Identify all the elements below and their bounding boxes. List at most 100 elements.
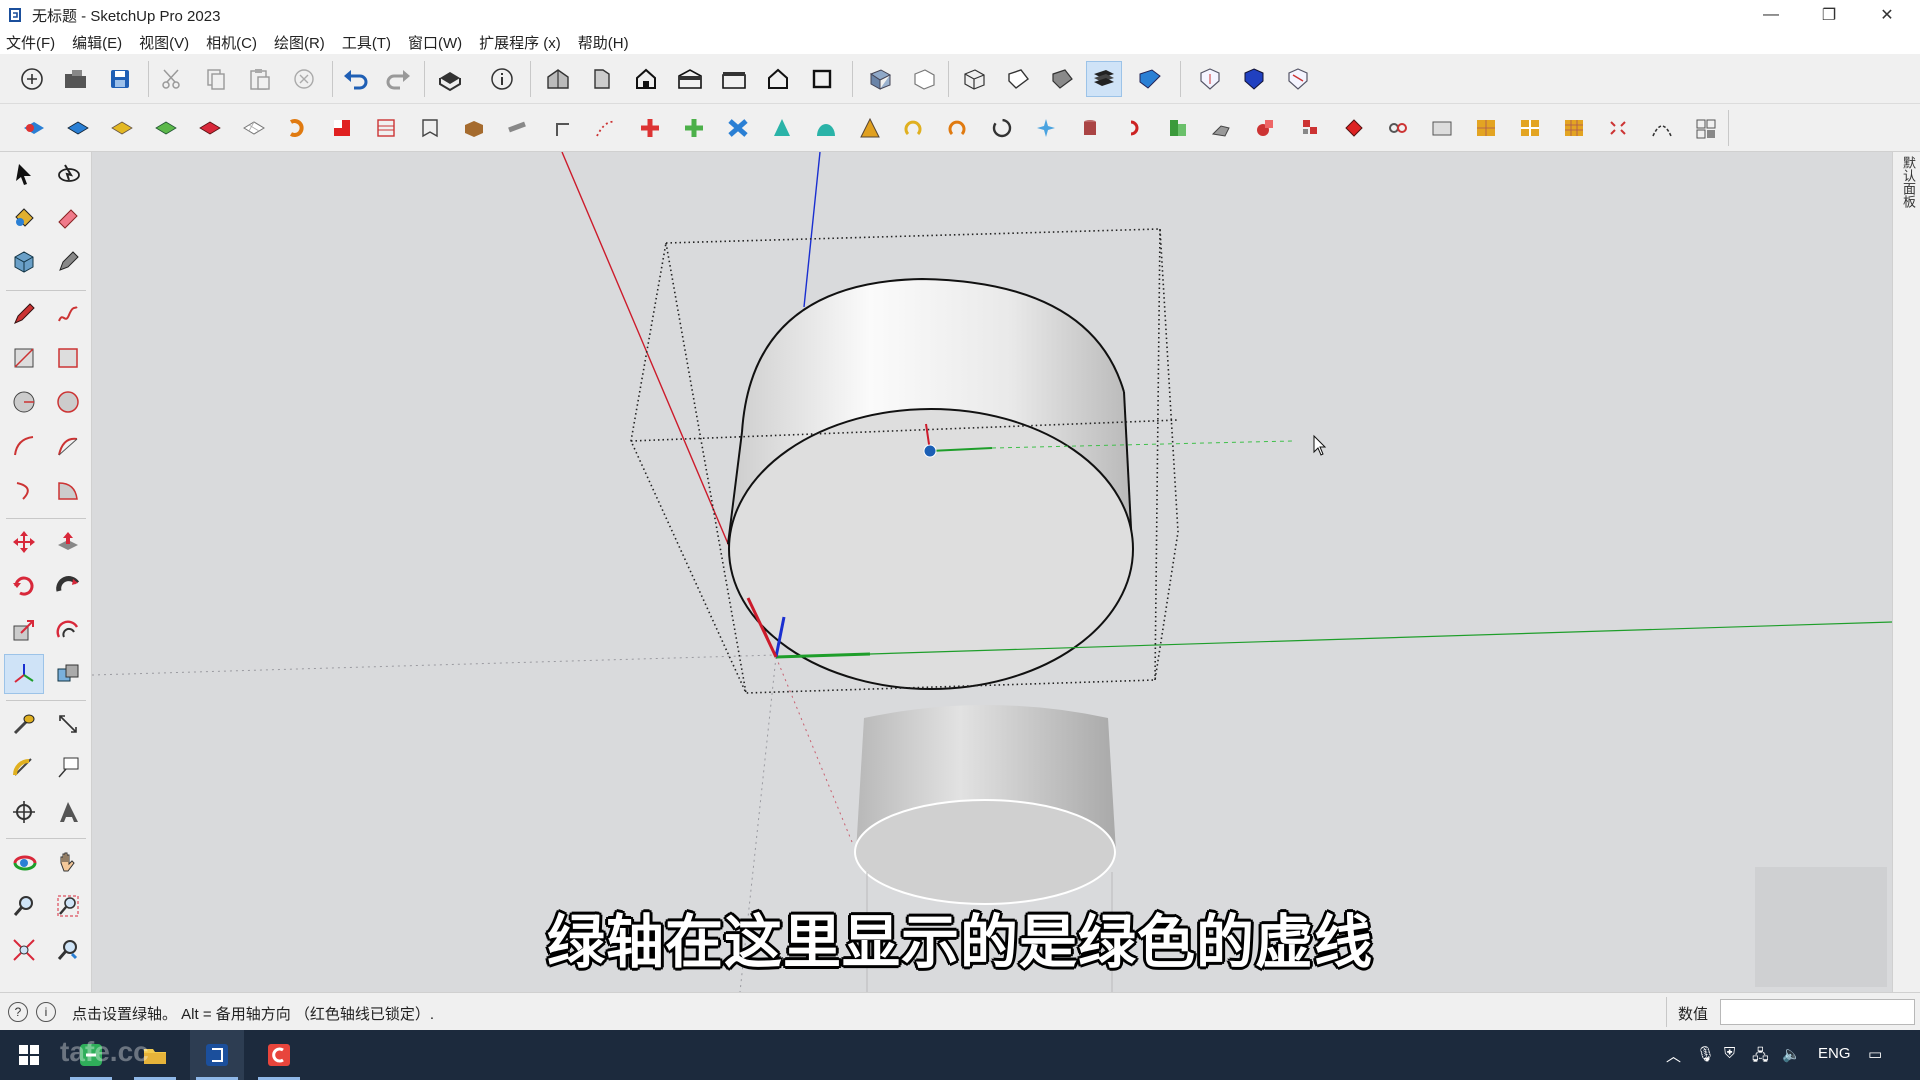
model-viewport[interactable] <box>92 152 1892 992</box>
ext-tool-37[interactable] <box>1600 110 1636 146</box>
ext-tool-2[interactable] <box>60 110 96 146</box>
open-button[interactable] <box>58 61 94 97</box>
instructor-info-icon[interactable]: i <box>36 1002 56 1022</box>
redo-button[interactable] <box>380 61 416 97</box>
ext-tool-36[interactable] <box>1556 110 1592 146</box>
ext-tool-29[interactable] <box>1248 110 1284 146</box>
ext-tool-10[interactable] <box>412 110 448 146</box>
monochrome-button[interactable] <box>1132 61 1168 97</box>
ext-tool-22[interactable] <box>940 110 976 146</box>
section-plane-tool[interactable] <box>4 792 44 832</box>
ext-tool-27[interactable] <box>1160 110 1196 146</box>
taskbar-sketchup[interactable] <box>190 1030 244 1080</box>
volume-icon[interactable]: 🔈 <box>1782 1045 1801 1063</box>
push-pull-tool[interactable] <box>48 522 88 562</box>
dimension-tool[interactable] <box>48 704 88 744</box>
cut-button[interactable] <box>154 61 190 97</box>
components-tool[interactable] <box>4 242 44 282</box>
minimize-button[interactable]: — <box>1742 0 1800 30</box>
display-section-planes-button[interactable] <box>1236 61 1272 97</box>
ext-tool-6[interactable] <box>236 110 272 146</box>
close-button[interactable]: ✕ <box>1858 0 1916 30</box>
rotated-rectangle-tool[interactable] <box>48 338 88 378</box>
line-tool[interactable] <box>4 294 44 334</box>
polygon-tool[interactable] <box>48 382 88 422</box>
scale-tool[interactable] <box>4 610 44 650</box>
ext-tool-14[interactable] <box>588 110 624 146</box>
ext-tool-16[interactable] <box>676 110 712 146</box>
ext-tool-26[interactable] <box>1116 110 1152 146</box>
hidden-line-button[interactable] <box>1000 61 1036 97</box>
rectangle-tool[interactable] <box>4 338 44 378</box>
backedges-button[interactable] <box>906 61 942 97</box>
menu-help[interactable]: 帮助(H) <box>578 32 629 53</box>
ext-tool-30[interactable] <box>1292 110 1328 146</box>
eraser-tool[interactable] <box>48 198 88 238</box>
model-info-button[interactable] <box>484 61 520 97</box>
shaded-button[interactable] <box>1044 61 1080 97</box>
view-back-button[interactable] <box>716 61 752 97</box>
pan-tool[interactable] <box>48 842 88 882</box>
rotate-tool[interactable] <box>4 566 44 606</box>
orbit-tool[interactable] <box>4 842 44 882</box>
print-button[interactable] <box>432 61 468 97</box>
ext-tool-20[interactable] <box>852 110 888 146</box>
ext-tool-35[interactable] <box>1512 110 1548 146</box>
ext-tool-21[interactable] <box>896 110 932 146</box>
ext-tool-8[interactable] <box>324 110 360 146</box>
ext-tool-11[interactable] <box>456 110 492 146</box>
view-left-button[interactable] <box>760 61 796 97</box>
axes-tool[interactable] <box>4 654 44 694</box>
save-button[interactable] <box>102 61 138 97</box>
paste-button[interactable] <box>242 61 278 97</box>
select-tool[interactable] <box>4 154 44 194</box>
geo-location-icon[interactable]: ? <box>8 1002 28 1022</box>
notification-icon[interactable]: ▭ <box>1868 1045 1882 1063</box>
start-button[interactable] <box>2 1030 56 1080</box>
make-component-tool[interactable] <box>48 154 88 194</box>
move-tool[interactable] <box>4 522 44 562</box>
ext-tool-12[interactable] <box>500 110 536 146</box>
menu-file[interactable]: 文件(F) <box>6 32 55 53</box>
paint-bucket-tool[interactable] <box>4 198 44 238</box>
view-right-button[interactable] <box>672 61 708 97</box>
ext-tool-9[interactable] <box>368 110 404 146</box>
ext-tool-25[interactable] <box>1072 110 1108 146</box>
network-icon[interactable]: 🖧 <box>1752 1045 1769 1070</box>
ext-tool-28[interactable] <box>1204 110 1240 146</box>
protractor-tool[interactable] <box>4 748 44 788</box>
tag-tool[interactable] <box>48 242 88 282</box>
ext-tool-23[interactable] <box>984 110 1020 146</box>
view-front-button[interactable] <box>628 61 664 97</box>
upper-cylinder[interactable] <box>727 277 1134 690</box>
text-tool[interactable] <box>48 748 88 788</box>
ext-tool-1[interactable] <box>16 110 52 146</box>
display-section-cuts-button[interactable] <box>1280 61 1316 97</box>
ext-tool-33[interactable] <box>1424 110 1460 146</box>
menu-extensions[interactable]: 扩展程序 (x) <box>479 32 561 53</box>
ext-tool-7[interactable] <box>280 110 316 146</box>
offset-tool[interactable] <box>48 610 88 650</box>
menu-view[interactable]: 视图(V) <box>139 32 189 53</box>
default-tray-tab[interactable]: 默认面板 <box>1892 152 1920 992</box>
ext-tool-19[interactable] <box>808 110 844 146</box>
ext-tool-17[interactable] <box>720 110 756 146</box>
tray-chevron-icon[interactable]: ︿ <box>1666 1045 1681 1066</box>
arc-tool[interactable] <box>4 426 44 466</box>
language-indicator[interactable]: ENG <box>1818 1045 1851 1062</box>
ext-tool-15[interactable] <box>632 110 668 146</box>
menu-tools[interactable]: 工具(T) <box>342 32 391 53</box>
freehand-tool[interactable] <box>48 294 88 334</box>
ext-tool-24[interactable] <box>1028 110 1064 146</box>
ext-tool-38[interactable] <box>1644 110 1680 146</box>
security-shield-icon[interactable]: ⛨ <box>1724 1045 1735 1062</box>
view-bottom-button[interactable] <box>804 61 840 97</box>
taskbar-recorder[interactable] <box>252 1030 306 1080</box>
menu-draw[interactable]: 绘图(R) <box>274 32 325 53</box>
solid-tools[interactable] <box>48 654 88 694</box>
ext-tool-39[interactable] <box>1688 110 1724 146</box>
new-file-button[interactable] <box>14 61 50 97</box>
view-iso-button[interactable] <box>540 61 576 97</box>
ext-tool-5[interactable] <box>192 110 228 146</box>
wireframe-button[interactable] <box>956 61 992 97</box>
